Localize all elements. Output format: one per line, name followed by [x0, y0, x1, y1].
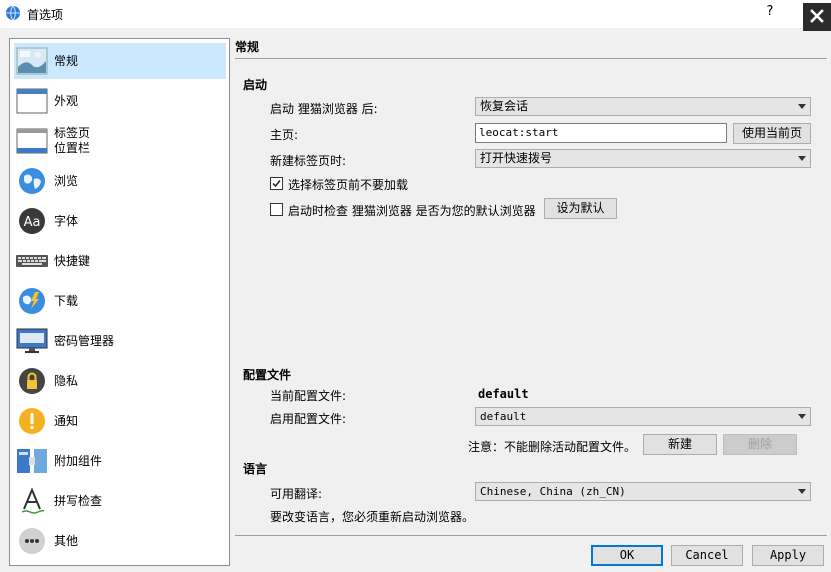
sidebar-item-label: 快捷键 [54, 253, 91, 268]
sidebar-item-tabs[interactable]: 标签页 位置栏 [14, 123, 226, 159]
sidebar-item-downloads[interactable]: 下载 [14, 283, 226, 319]
sidebar-item-shortcuts[interactable]: 快捷键 [14, 243, 226, 279]
profiles-heading: 配置文件 [243, 368, 292, 382]
keyboard-icon [16, 245, 48, 277]
sidebar-item-label: 拼写检查 [54, 493, 103, 508]
download-globe-icon [16, 285, 48, 317]
check-default-browser-label[interactable]: 启动时检查 狸猫浏览器 是否为您的默认浏览器 [288, 202, 536, 219]
sidebar-item-password-manager[interactable]: 密码管理器 [14, 323, 226, 359]
use-current-page-button[interactable]: 使用当前页 [733, 123, 811, 144]
sidebar-item-other[interactable]: 其他 [14, 523, 226, 559]
monitor-icon [16, 325, 48, 357]
sidebar-item-label: 浏览 [54, 173, 79, 188]
apply-button[interactable]: Apply [752, 545, 824, 566]
sidebar-item-appearance[interactable]: 外观 [14, 83, 226, 119]
startup-profile-label: 启用配置文件: [270, 412, 347, 426]
sidebar-item-label: 标签页 位置栏 [54, 126, 91, 155]
available-translations-label: 可用翻译: [270, 487, 323, 501]
new-tab-label: 新建标签页时: [270, 154, 347, 168]
language-heading: 语言 [243, 462, 268, 476]
close-button[interactable] [803, 3, 831, 31]
after-launch-label: 启动 狸猫浏览器 后: [270, 102, 378, 116]
current-profile-value: default [478, 387, 529, 401]
footer-divider [235, 535, 827, 536]
font-icon: Aa [16, 205, 48, 237]
privacy-icon [16, 365, 48, 397]
sidebar-item-label: 字体 [54, 213, 79, 228]
other-icon [16, 525, 48, 557]
sidebar-item-label: 其他 [54, 533, 79, 548]
after-launch-select[interactable]: 恢复会话 [475, 97, 811, 116]
tabs-icon [16, 125, 48, 157]
sidebar-item-label: 附加组件 [54, 453, 103, 468]
general-icon [16, 45, 48, 77]
sidebar-item-label: 密码管理器 [54, 333, 115, 348]
sidebar-item-label: 下载 [54, 293, 79, 308]
sidebar-item-label: 隐私 [54, 373, 79, 388]
dont-load-tabs-label[interactable]: 选择标签页前不要加载 [288, 176, 408, 193]
app-globe-icon [5, 5, 21, 21]
startup-profile-select[interactable]: default [475, 407, 811, 426]
spellcheck-icon [16, 485, 48, 517]
new-profile-button[interactable]: 新建 [643, 434, 717, 455]
window-title: 首选项 [27, 8, 64, 22]
sidebar-item-browse[interactable]: 浏览 [14, 163, 226, 199]
chevron-down-icon [798, 489, 806, 494]
appearance-icon [16, 85, 48, 117]
chevron-down-icon [798, 104, 806, 109]
svg-text:Aa: Aa [24, 215, 41, 230]
sidebar-item-addons[interactable]: 附加组件 [14, 443, 226, 479]
checkmark-icon [271, 179, 282, 192]
title-divider [235, 58, 827, 59]
homepage-label: 主页: [270, 128, 299, 142]
startup-heading: 启动 [243, 78, 268, 92]
title-bar: 首选项 ? [0, 0, 831, 31]
homepage-input[interactable]: leocat:start [475, 123, 727, 143]
help-button[interactable]: ? [762, 4, 778, 22]
startup-profile-value: default [480, 410, 527, 423]
category-sidebar[interactable]: 常规 外观 标签页 位置栏 浏览 Aa 字体 快捷键 下载 密码管理器 隐私 通… [9, 38, 230, 566]
chevron-down-icon [798, 156, 806, 161]
browse-globe-icon [16, 165, 48, 197]
language-select[interactable]: Chinese, China (zh_CN) [475, 482, 811, 501]
sidebar-item-fonts[interactable]: Aa 字体 [14, 203, 226, 239]
delete-profile-button[interactable]: 删除 [723, 434, 797, 455]
check-default-browser-checkbox[interactable] [270, 203, 283, 216]
set-default-button[interactable]: 设为默认 [544, 198, 617, 219]
addons-icon [16, 445, 48, 477]
after-launch-value: 恢复会话 [480, 99, 529, 113]
dont-load-tabs-checkbox[interactable] [270, 177, 283, 190]
sidebar-item-general[interactable]: 常规 [14, 43, 226, 79]
notification-icon [16, 405, 48, 437]
profile-delete-note: 注意：不能删除活动配置文件。 [468, 440, 637, 454]
restart-note: 要改变语言，您必须重新启动浏览器。 [270, 510, 475, 524]
chevron-down-icon [798, 414, 806, 419]
cancel-button[interactable]: Cancel [671, 545, 743, 566]
sidebar-item-spellcheck[interactable]: 拼写检查 [14, 483, 226, 519]
sidebar-item-label: 外观 [54, 93, 79, 108]
language-value: Chinese, China (zh_CN) [480, 485, 626, 498]
sidebar-item-label: 常规 [54, 53, 79, 68]
sidebar-item-notifications[interactable]: 通知 [14, 403, 226, 439]
ok-button[interactable]: OK [591, 545, 663, 566]
close-icon [810, 8, 824, 26]
page-title: 常规 [235, 40, 260, 54]
current-profile-label: 当前配置文件: [270, 389, 347, 403]
sidebar-item-label: 通知 [54, 413, 79, 428]
new-tab-value: 打开快速拨号 [480, 151, 553, 165]
sidebar-item-privacy[interactable]: 隐私 [14, 363, 226, 399]
new-tab-select[interactable]: 打开快速拨号 [475, 149, 811, 168]
